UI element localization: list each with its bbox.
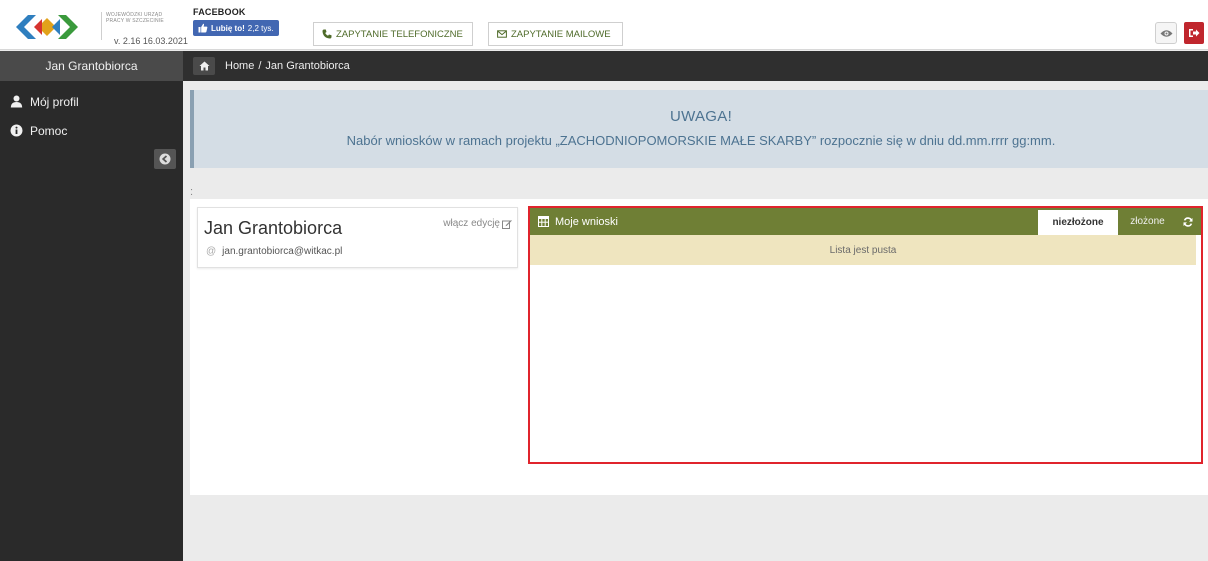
- phone-inquiry-label: ZAPYTANIE TELEFONICZNE: [336, 28, 463, 40]
- home-icon: [199, 61, 209, 71]
- facebook-title: FACEBOOK: [193, 7, 246, 17]
- wup-logo[interactable]: WOJEWÓDZKI URZĄD PRACY W SZCZECINIE v. 2…: [14, 6, 188, 48]
- user-icon: [10, 95, 23, 108]
- applications-title-label: Moje wnioski: [555, 215, 618, 228]
- accessibility-view-button[interactable]: [1155, 22, 1177, 44]
- home-button[interactable]: [193, 57, 215, 75]
- alert-message: Nabór wniosków w ramach projektu „ZACHOD…: [346, 133, 1056, 148]
- edit-icon: [502, 219, 512, 229]
- envelope-icon: [497, 30, 507, 38]
- breadcrumb-current: Jan Grantobiorca: [265, 60, 350, 72]
- tab-unsubmitted[interactable]: niezłożone: [1038, 210, 1118, 235]
- facebook-block: FACEBOOK Lubię to! 2,2 tys.: [193, 7, 279, 36]
- alert-title: UWAGA!: [669, 108, 733, 125]
- logo-text: WOJEWÓDZKI URZĄD PRACY W SZCZECINIE: [106, 12, 164, 24]
- eye-icon: [1160, 29, 1172, 37]
- enable-edit-label: włącz edycję: [443, 218, 500, 229]
- tab-submitted[interactable]: złożone: [1120, 208, 1175, 235]
- my-applications-panel: Moje wnioski niezłożone złożone Lista je…: [528, 206, 1203, 464]
- phone-inquiry-button[interactable]: ZAPYTANIE TELEFONICZNE: [313, 22, 473, 46]
- announcement-alert: UWAGA! Nabór wniosków w ramach projektu …: [190, 90, 1208, 168]
- profile-email-row: @ jan.grantobiorca@witkac.pl: [206, 246, 342, 257]
- profile-card: Jan Grantobiorca włącz edycję @ jan.grant…: [197, 207, 518, 268]
- breadcrumb: Home / Jan Grantobiorca: [183, 51, 1208, 81]
- enable-edit-link[interactable]: włącz edycję: [443, 218, 512, 229]
- profile-email: jan.grantobiorca@witkac.pl: [222, 246, 343, 257]
- empty-list-message: Lista jest pusta: [530, 235, 1196, 265]
- sidebar-item-label: Mój profil: [30, 94, 79, 109]
- facebook-like-button[interactable]: Lubię to! 2,2 tys.: [193, 20, 279, 36]
- sidebar-item-my-profile[interactable]: Mój profil: [0, 87, 183, 116]
- logo-mark-icon: [16, 15, 78, 39]
- refresh-button[interactable]: [1178, 208, 1198, 235]
- phone-icon: [322, 29, 332, 39]
- mail-inquiry-button[interactable]: ZAPYTANIE MAILOWE: [488, 22, 623, 46]
- sign-out-icon: [1189, 29, 1200, 37]
- at-icon: @: [206, 246, 217, 257]
- facebook-like-label: Lubię to!: [211, 23, 245, 33]
- top-bar: WOJEWÓDZKI URZĄD PRACY W SZCZECINIE v. 2…: [0, 0, 1208, 50]
- profile-name: Jan Grantobiorca: [204, 218, 343, 238]
- info-icon: [10, 124, 23, 137]
- applications-title: Moje wnioski: [538, 208, 618, 235]
- sidebar-collapse-button[interactable]: [154, 149, 176, 169]
- stray-colon-text: :: [190, 186, 194, 198]
- sidebar: Jan Grantobiorca Mój profil Pomoc: [0, 51, 183, 561]
- arrow-circle-left-icon: [159, 153, 171, 165]
- logout-button[interactable]: [1184, 22, 1204, 44]
- refresh-icon: [1183, 216, 1193, 227]
- sidebar-item-label: Pomoc: [30, 123, 68, 138]
- breadcrumb-home-link[interactable]: Home: [225, 60, 254, 72]
- logo-separator: [101, 12, 102, 40]
- breadcrumb-path: Home / Jan Grantobiorca: [225, 60, 350, 72]
- app-version: v. 2.16 16.03.2021: [114, 36, 188, 46]
- sidebar-item-help[interactable]: Pomoc: [0, 116, 183, 145]
- mail-inquiry-label: ZAPYTANIE MAILOWE: [511, 28, 611, 40]
- facebook-like-count: 2,2 tys.: [247, 23, 274, 33]
- sidebar-user-name[interactable]: Jan Grantobiorca: [0, 51, 183, 81]
- thumbs-up-icon: [198, 23, 208, 33]
- table-icon: [538, 216, 549, 227]
- applications-header: Moje wnioski niezłożone złożone: [530, 208, 1201, 235]
- breadcrumb-separator: /: [258, 60, 262, 72]
